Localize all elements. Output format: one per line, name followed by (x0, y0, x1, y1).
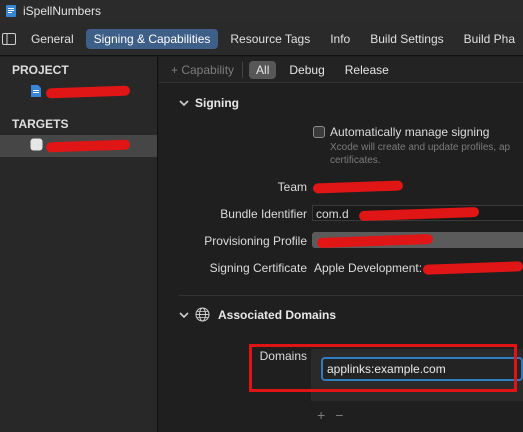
chevron-down-icon[interactable] (179, 311, 195, 319)
bundle-identifier-value: com.d (316, 207, 349, 221)
auto-manage-signing-label: Automatically manage signing (330, 125, 490, 139)
chevron-down-icon[interactable] (179, 99, 195, 107)
project-item[interactable] (0, 81, 157, 103)
remove-domain-button[interactable]: − (335, 407, 343, 423)
project-file-icon (30, 84, 42, 101)
signing-certificate-value: Apple Development: (314, 261, 423, 275)
tab-general[interactable]: General (23, 29, 82, 49)
team-label: Team (277, 180, 307, 194)
domains-add-remove-controls: + − (317, 407, 343, 423)
redaction-mark (312, 180, 404, 194)
targets-section-header: TARGETS (12, 117, 69, 131)
filter-all[interactable]: All (249, 60, 277, 79)
section-divider (179, 295, 523, 296)
redaction-mark (422, 261, 523, 275)
target-app-icon (30, 138, 43, 154)
redaction-mark (45, 85, 131, 99)
window-title: iSpellNumbers (23, 4, 102, 18)
annotation-highlight-box (249, 344, 517, 392)
tab-info[interactable]: Info (322, 29, 358, 49)
signing-group-header[interactable]: Signing (179, 96, 239, 110)
project-navigator: PROJECT TARGETS (0, 57, 158, 432)
bundle-identifier-label: Bundle Identifier (220, 207, 307, 221)
tab-resource-tags[interactable]: Resource Tags (222, 29, 318, 49)
signing-capabilities-editor: + Capability All Debug Release Signing A… (159, 57, 523, 432)
add-domain-button[interactable]: + (317, 407, 325, 423)
editor-tab-bar: General Signing & Capabilities Resource … (0, 22, 523, 56)
tab-build-phases[interactable]: Build Pha (456, 29, 523, 49)
tab-signing-capabilities[interactable]: Signing & Capabilities (85, 28, 219, 49)
auto-manage-signing-checkbox[interactable] (313, 126, 325, 138)
target-item[interactable] (0, 135, 157, 157)
project-section-header: PROJECT (12, 63, 69, 77)
associated-domains-header-label: Associated Domains (218, 307, 337, 322)
associated-domains-group-header[interactable]: Associated Domains (179, 307, 336, 322)
redaction-mark (45, 139, 131, 153)
signing-header-label: Signing (195, 96, 239, 110)
add-capability-button[interactable]: + Capability (171, 63, 234, 77)
toolbar-divider (242, 61, 244, 78)
title-bar: iSpellNumbers (0, 0, 523, 22)
filter-release[interactable]: Release (338, 61, 396, 79)
signing-certificate-label: Signing Certificate (209, 261, 307, 275)
globe-icon (195, 307, 210, 322)
app-document-icon (4, 4, 18, 18)
tab-build-settings[interactable]: Build Settings (362, 29, 451, 49)
sidebar-toggle-icon[interactable] (2, 22, 17, 56)
capability-toolbar: + Capability All Debug Release (159, 57, 523, 83)
provisioning-profile-label: Provisioning Profile (204, 234, 307, 248)
filter-debug[interactable]: Debug (282, 61, 331, 79)
auto-manage-signing-hint: Xcode will create and update profiles, a… (330, 142, 511, 166)
